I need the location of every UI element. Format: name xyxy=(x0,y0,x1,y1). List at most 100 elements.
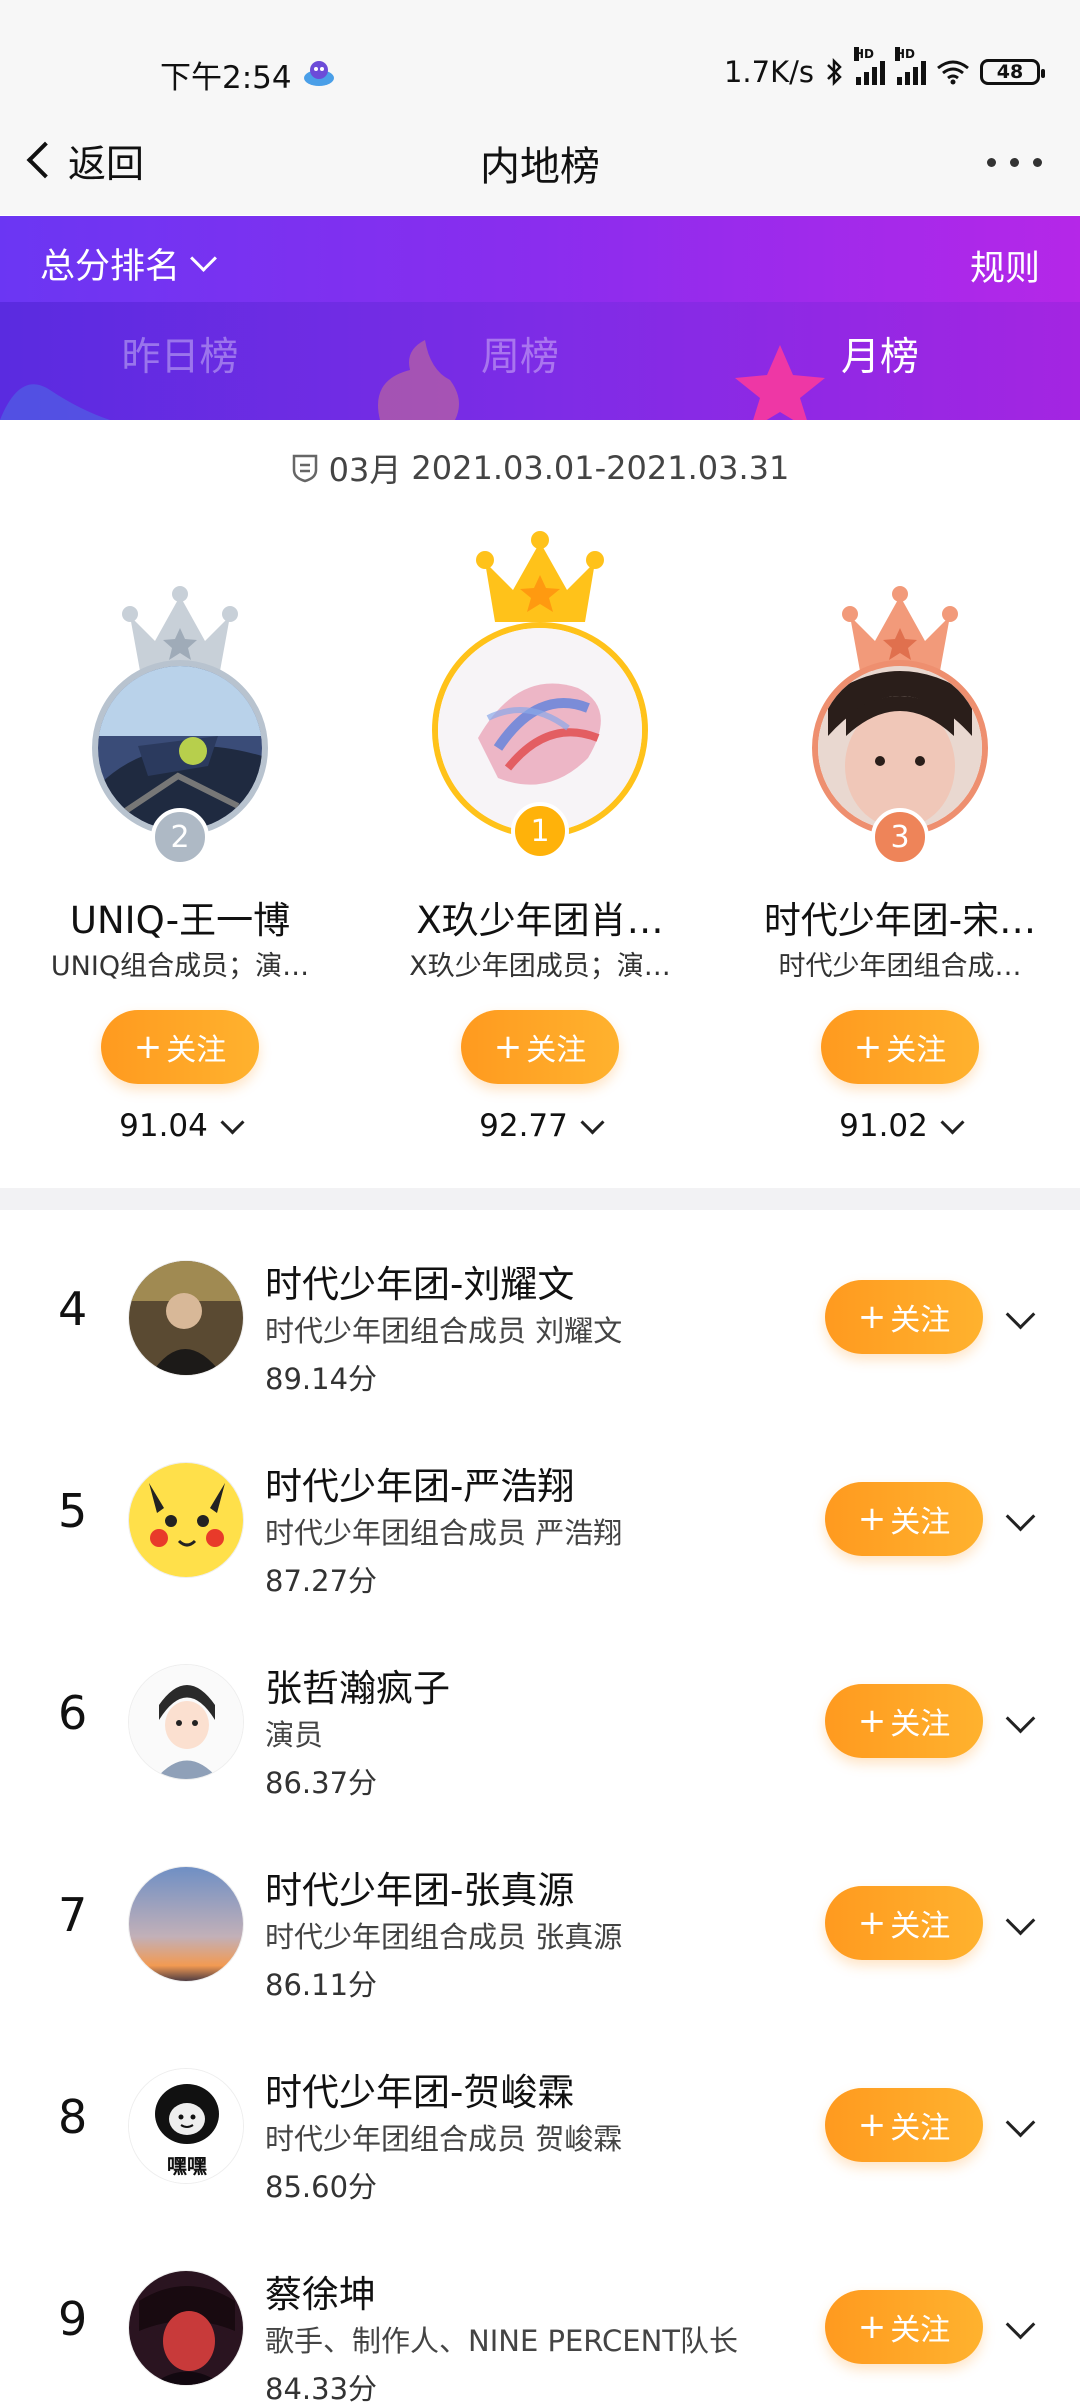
avatar[interactable] xyxy=(128,1866,244,1982)
follow-button[interactable]: + 关注 xyxy=(825,1280,983,1354)
follow-label: 关注 xyxy=(890,2111,951,2146)
follow-button[interactable]: + 关注 xyxy=(825,1684,983,1758)
artist-score: 86.37分 xyxy=(265,1766,378,1800)
artist-desc: 时代少年团组合成员 刘耀文 xyxy=(265,1314,623,1348)
chevron-down-icon[interactable] xyxy=(1005,1905,1036,1936)
follow-button[interactable]: + 关注 xyxy=(821,1010,979,1084)
follow-button[interactable]: + 关注 xyxy=(461,1010,619,1084)
chevron-down-icon xyxy=(940,1109,965,1135)
date-month: 03月 xyxy=(328,451,402,489)
podium-score-toggle[interactable]: 91.04 xyxy=(0,1108,360,1144)
more-dot-icon xyxy=(1010,158,1019,167)
artist-score: 89.14分 xyxy=(265,1362,378,1396)
avatar-image xyxy=(129,2271,243,2385)
plus-icon: + xyxy=(857,1701,887,1741)
podium-rank-2[interactable]: 2 UNIQ-王一博 UNIQ组合成员；演… + 关注 91.04 xyxy=(0,530,360,1150)
artist-score: 84.33分 xyxy=(265,2372,378,2406)
section-divider xyxy=(0,1188,1080,1210)
list-item[interactable]: 4 时代少年团-刘耀文 时代少年团组合成员 刘耀文 89.14分 + 关注 xyxy=(0,1212,1080,1414)
follow-button[interactable]: + 关注 xyxy=(825,2088,983,2162)
follow-label: 关注 xyxy=(890,1303,951,1338)
avatar[interactable]: 嘿嘿 xyxy=(128,2068,244,2184)
list-item[interactable]: 7 时代少年团-张真源 时代少年团组合成员 张真源 86.11分 + 关注 xyxy=(0,1818,1080,2020)
tab-yesterday[interactable]: 昨日榜 xyxy=(0,326,360,382)
avatar-image xyxy=(98,666,262,830)
sort-label: 总分排名 xyxy=(40,247,181,287)
gold-crown-icon xyxy=(476,531,604,622)
rank-number: 6 xyxy=(58,1686,88,1740)
artist-name: 时代少年团-贺峻霖 xyxy=(265,2071,575,2114)
avatar[interactable] xyxy=(128,1664,244,1780)
status-time: 下午2:54 xyxy=(160,60,292,96)
podium-desc: 时代少年团组合成… xyxy=(778,951,1022,982)
artist-name: 时代少年团-刘耀文 xyxy=(265,1263,575,1306)
tab-strip: 昨日榜 周榜 月榜 xyxy=(0,302,1080,420)
follow-label: 关注 xyxy=(526,1033,587,1068)
rank-badge: 3 xyxy=(871,808,929,866)
rules-link[interactable]: 规则 xyxy=(970,240,1040,291)
plus-icon: + xyxy=(493,1027,523,1067)
tab-monthly[interactable]: 月榜 xyxy=(700,326,1060,382)
date-range-text: 2021.03.01-2021.03.31 xyxy=(411,449,790,487)
follow-button[interactable]: + 关注 xyxy=(825,2290,983,2364)
rank-badge: 2 xyxy=(151,808,209,866)
follow-label: 关注 xyxy=(166,1033,227,1068)
bluetooth-icon xyxy=(827,57,842,87)
plus-icon: + xyxy=(133,1027,163,1067)
avatar-image xyxy=(129,1463,243,1577)
more-dot-icon xyxy=(1033,158,1042,167)
chevron-down-icon[interactable] xyxy=(1005,1299,1036,1330)
podium-score: 91.02 xyxy=(839,1108,928,1144)
sort-dropdown[interactable]: 总分排名 xyxy=(40,238,217,289)
podium-score-toggle[interactable]: 91.02 xyxy=(720,1108,1080,1144)
chevron-down-icon[interactable] xyxy=(1005,2309,1036,2340)
follow-label: 关注 xyxy=(890,1909,951,1944)
rank-number: 9 xyxy=(58,2292,88,2346)
chevron-down-icon[interactable] xyxy=(1005,1703,1036,1734)
avatar-image: 嘿嘿 xyxy=(129,2069,243,2183)
avatar[interactable] xyxy=(128,2270,244,2386)
podium-score: 92.77 xyxy=(479,1108,568,1144)
avatar[interactable] xyxy=(128,1462,244,1578)
plus-icon: + xyxy=(857,2105,887,2145)
podium-desc: X玖少年团成员；演… xyxy=(409,951,671,982)
plus-icon: + xyxy=(857,1903,887,1943)
tab-weekly[interactable]: 周榜 xyxy=(340,326,700,382)
chevron-down-icon[interactable] xyxy=(1005,2107,1036,2138)
artist-score: 86.11分 xyxy=(265,1968,378,2002)
artist-desc: 时代少年团组合成员 贺峻霖 xyxy=(265,2122,623,2156)
podium-score: 91.04 xyxy=(119,1108,208,1144)
chevron-down-icon xyxy=(580,1109,605,1135)
avatar-image xyxy=(129,1665,243,1779)
chevron-down-icon xyxy=(190,245,217,272)
app-notification-icon xyxy=(304,61,334,86)
rank-number: 7 xyxy=(58,1888,88,1942)
podium-score-toggle[interactable]: 92.77 xyxy=(360,1108,720,1144)
chevron-down-icon[interactable] xyxy=(1005,1501,1036,1532)
page-title: 内地榜 xyxy=(480,144,600,190)
follow-label: 关注 xyxy=(890,2313,951,2348)
wifi-icon xyxy=(937,60,969,85)
artist-name: 蔡徐坤 xyxy=(265,2273,376,2316)
list-item[interactable]: 6 张哲瀚疯子 演员 86.37分 + 关注 xyxy=(0,1616,1080,1818)
avatar[interactable] xyxy=(128,1260,244,1376)
podium-rank-1[interactable]: 1 X玖少年团肖… X玖少年团成员；演… + 关注 92.77 xyxy=(360,530,720,1150)
podium-rank-3[interactable]: 3 时代少年团-宋… 时代少年团组合成… + 关注 91.02 xyxy=(720,530,1080,1150)
plus-icon: + xyxy=(857,2307,887,2347)
avatar-caption: 嘿嘿 xyxy=(167,2154,207,2178)
follow-label: 关注 xyxy=(890,1707,951,1742)
avatar-image xyxy=(129,1867,243,1981)
more-options-button[interactable] xyxy=(987,158,1042,167)
podium-name: 时代少年团-宋… xyxy=(763,899,1037,942)
rank-badge: 1 xyxy=(511,802,569,860)
list-item[interactable]: 8 嘿嘿 时代少年团-贺峻霖 时代少年团组合成员 贺峻霖 85.60分 + 关注 xyxy=(0,2020,1080,2222)
avatar-image xyxy=(129,1261,243,1375)
follow-button[interactable]: + 关注 xyxy=(825,1482,983,1556)
follow-button[interactable]: + 关注 xyxy=(101,1010,259,1084)
list-item[interactable]: 9 蔡徐坤 歌手、制作人、NINE PERCENT队长 84.33分 + 关注 xyxy=(0,2222,1080,2406)
list-item[interactable]: 5 时代少年团-严浩翔 时代少年团组合成员 严浩翔 87.27分 + 关注 xyxy=(0,1414,1080,1616)
follow-button[interactable]: + 关注 xyxy=(825,1886,983,1960)
rank-number: 4 xyxy=(58,1282,88,1336)
artist-score: 87.27分 xyxy=(265,1564,378,1598)
podium-name: X玖少年团肖… xyxy=(416,899,664,942)
